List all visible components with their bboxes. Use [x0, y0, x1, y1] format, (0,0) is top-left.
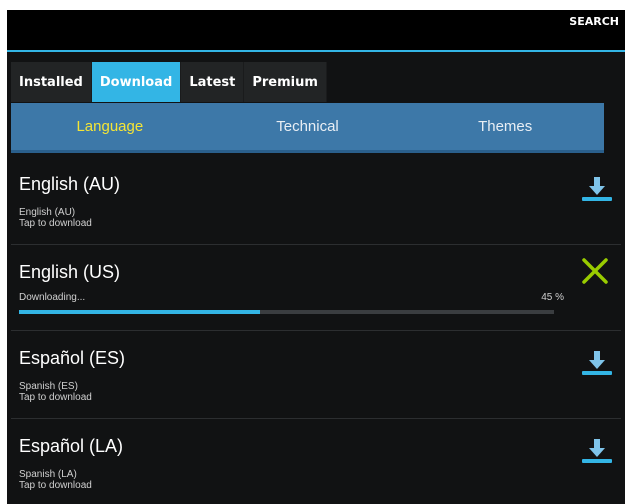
top-tab-bar: Installed Download Latest Premium [11, 62, 327, 102]
item-subtitle-line2: Tap to download [19, 392, 92, 403]
list-item-espanol-la[interactable]: Español (LA) Spanish (LA) Tap to downloa… [11, 419, 621, 503]
item-subtitle-line1: Spanish (ES) [19, 381, 78, 392]
item-title: English (US) [19, 262, 121, 282]
list-item-english-us[interactable]: English (US) Downloading... 45 % [11, 245, 621, 331]
subtab-themes[interactable]: Themes [406, 103, 604, 150]
download-icon[interactable] [579, 347, 613, 381]
tab-installed[interactable]: Installed [11, 62, 92, 102]
list-item-english-au[interactable]: English (AU) English (AU) Tap to downloa… [11, 157, 621, 245]
search-button[interactable]: SEARCH [569, 15, 619, 28]
progress-bar [19, 310, 554, 314]
action-bar: SEARCH [7, 10, 625, 50]
progress-bar-fill [19, 310, 260, 314]
download-icon[interactable] [579, 173, 613, 207]
subtab-technical[interactable]: Technical [209, 103, 407, 150]
item-subtitle: English (AU) Tap to download [19, 207, 92, 229]
app-screen: SEARCH Installed Download Latest Premium… [7, 10, 625, 504]
item-title: Español (LA) [19, 436, 124, 456]
tab-premium[interactable]: Premium [244, 62, 327, 102]
tab-latest[interactable]: Latest [181, 62, 245, 102]
download-status: Downloading... [19, 292, 86, 303]
item-subtitle-line1: Spanish (LA) [19, 469, 77, 480]
tab-download[interactable]: Download [91, 62, 182, 102]
download-icon[interactable] [579, 435, 613, 469]
subtab-language[interactable]: Language [11, 103, 209, 150]
item-title: English (AU) [19, 174, 121, 194]
item-subtitle: Spanish (LA) Tap to download [19, 469, 92, 491]
action-bar-divider [7, 50, 625, 52]
sub-tab-bar: Language Technical Themes [11, 103, 604, 153]
item-title: Español (ES) [19, 348, 126, 368]
list-item-espanol-es[interactable]: Español (ES) Spanish (ES) Tap to downloa… [11, 331, 621, 419]
language-list: English (AU) English (AU) Tap to downloa… [7, 157, 625, 503]
item-subtitle: Spanish (ES) Tap to download [19, 381, 92, 403]
cancel-icon[interactable] [581, 257, 609, 285]
item-subtitle-line2: Tap to download [19, 218, 92, 229]
item-subtitle-line1: English (AU) [19, 207, 76, 218]
download-percent: 45 % [541, 292, 564, 303]
item-subtitle-line2: Tap to download [19, 480, 92, 491]
